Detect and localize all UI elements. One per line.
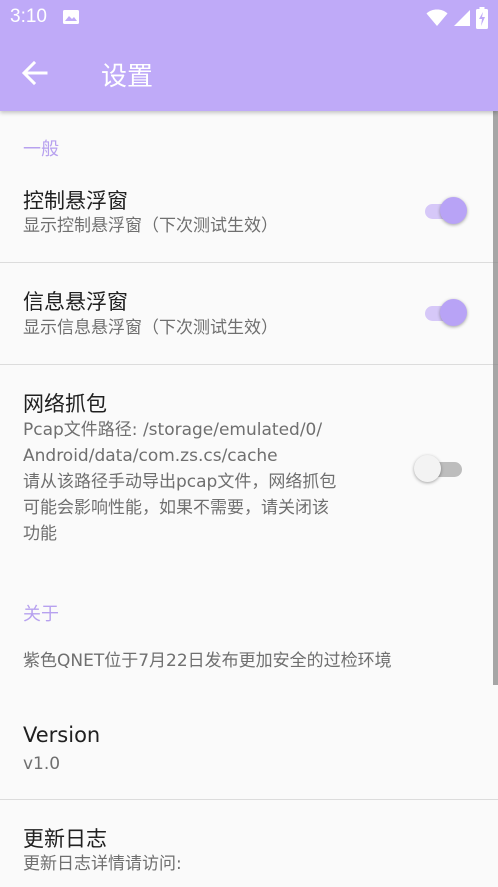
wifi-icon: [426, 9, 448, 31]
pref-summary: 显示控制悬浮窗（下次测试生效）: [23, 216, 278, 236]
pref-title: 更新日志: [23, 827, 107, 851]
pref-summary-line: 请从该路径手动导出pcap文件，网络抓包: [23, 472, 337, 492]
pref-changelog[interactable]: 更新日志 更新日志详情请访问:: [0, 800, 498, 887]
section-header-about: 关于: [23, 604, 59, 625]
pref-packet-capture[interactable]: 网络抓包 Pcap文件路径: /storage/emulated/0/ Andr…: [0, 365, 498, 565]
pref-title: Version: [23, 723, 101, 747]
pref-summary-line: 功能: [23, 524, 57, 544]
about-description: 紫色QNET位于7月22日发布更加安全的过检环境: [23, 651, 392, 671]
photo-icon: [62, 9, 80, 29]
pref-summary-line: Android/data/com.zs.cs/cache: [23, 446, 278, 466]
app-bar: 3:10 设置: [0, 0, 498, 111]
settings-list: 一般 控制悬浮窗 显示控制悬浮窗（下次测试生效） 信息悬浮窗 显示信息悬浮窗（下…: [0, 111, 498, 887]
pref-info-float[interactable]: 信息悬浮窗 显示信息悬浮窗（下次测试生效）: [0, 263, 498, 364]
status-time: 3:10: [10, 6, 47, 27]
back-button[interactable]: [20, 58, 56, 88]
toggle-thumb: [440, 197, 467, 224]
section-header-general: 一般: [23, 139, 59, 160]
pref-title: 控制悬浮窗: [23, 189, 128, 213]
pref-summary-line: 可能会影响性能，如果不需要，请关闭该: [23, 498, 329, 518]
arrow-back-icon: [21, 60, 48, 86]
signal-icon: [453, 9, 471, 31]
pref-summary-line: Pcap文件路径: /storage/emulated/0/: [23, 420, 323, 440]
pref-control-float[interactable]: 控制悬浮窗 显示控制悬浮窗（下次测试生效）: [0, 171, 498, 262]
pref-about-description: 紫色QNET位于7月22日发布更加安全的过检环境: [0, 631, 498, 701]
battery-charging-icon: [476, 7, 488, 33]
version-value: v1.0: [23, 754, 61, 774]
packet-capture-toggle[interactable]: [414, 453, 462, 485]
control-float-toggle[interactable]: [423, 195, 469, 227]
pref-version[interactable]: Version v1.0: [0, 703, 498, 799]
info-float-toggle[interactable]: [423, 297, 469, 329]
toggle-thumb: [414, 455, 441, 482]
status-bar: 3:10: [0, 0, 498, 35]
toggle-thumb: [440, 299, 467, 326]
pref-title: 信息悬浮窗: [23, 290, 128, 314]
pref-summary: 更新日志详情请访问:: [23, 854, 182, 874]
pref-title: 网络抓包: [23, 392, 107, 416]
pref-summary: 显示信息悬浮窗（下次测试生效）: [23, 318, 278, 338]
scrollbar[interactable]: [493, 111, 498, 685]
page-title: 设置: [101, 62, 154, 92]
